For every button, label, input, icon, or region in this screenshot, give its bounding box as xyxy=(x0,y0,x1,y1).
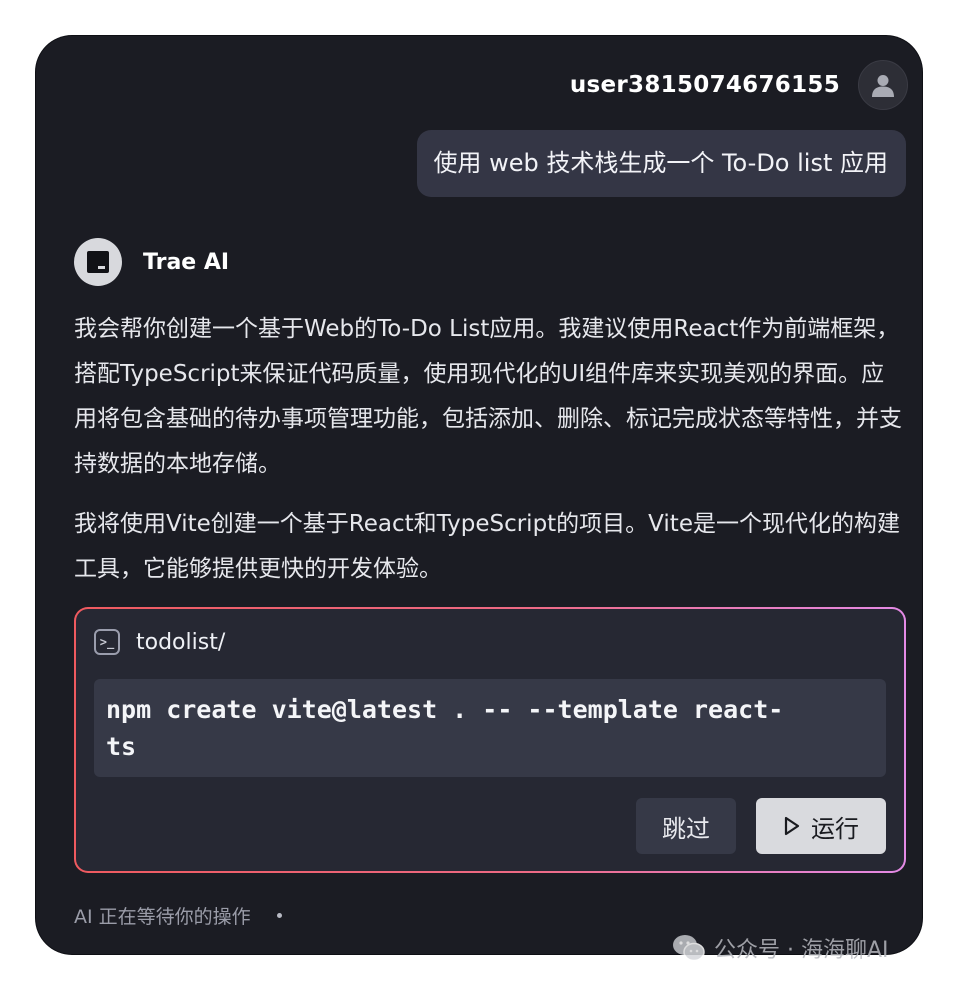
terminal-icon: >_ xyxy=(94,629,120,655)
run-button-label: 运行 xyxy=(811,814,859,843)
chat-window: user3815074676155 使用 web 技术栈生成一个 To-Do l… xyxy=(36,36,922,954)
watermark: 公众号 · 海海聊AI xyxy=(672,932,889,964)
command-text: npm create vite@latest . -- --template r… xyxy=(106,695,784,761)
terminal-path: todolist/ xyxy=(136,629,226,655)
assistant-paragraph-1: 我会帮你创建一个基于Web的To-Do List应用。我建议使用React作为前… xyxy=(74,316,902,477)
terminal-header: >_ todolist/ xyxy=(94,629,225,655)
username: user3815074676155 xyxy=(569,72,840,98)
assistant-header: Trae AI xyxy=(74,238,229,286)
play-icon xyxy=(784,816,800,836)
assistant-name: Trae AI xyxy=(143,249,230,275)
command-box: npm create vite@latest . -- --template r… xyxy=(94,679,886,777)
skip-button[interactable]: 跳过 xyxy=(636,798,736,854)
wechat-icon xyxy=(673,935,705,962)
assistant-paragraph-2: 我将使用Vite创建一个基于React和TypeScript的项目。Vite是一… xyxy=(74,511,900,582)
person-icon xyxy=(872,75,894,97)
user-header: user3815074676155 xyxy=(570,60,908,110)
status-indicator: AI 正在等待你的操作 xyxy=(74,902,282,929)
loading-dot-icon xyxy=(276,913,282,918)
terminal-command-card: >_ todolist/ npm create vite@latest . --… xyxy=(74,607,906,873)
assistant-avatar xyxy=(74,238,122,286)
user-message-bubble: 使用 web 技术栈生成一个 To-Do list 应用 xyxy=(417,130,906,197)
user-avatar[interactable] xyxy=(858,60,908,110)
run-button[interactable]: 运行 xyxy=(756,798,886,854)
trae-logo-icon xyxy=(87,251,109,273)
terminal-card-body: >_ todolist/ npm create vite@latest . --… xyxy=(76,609,904,871)
skip-button-label: 跳过 xyxy=(662,814,710,843)
status-text: AI 正在等待你的操作 xyxy=(74,906,251,928)
watermark-text: 公众号 · 海海聊AI xyxy=(714,938,889,963)
